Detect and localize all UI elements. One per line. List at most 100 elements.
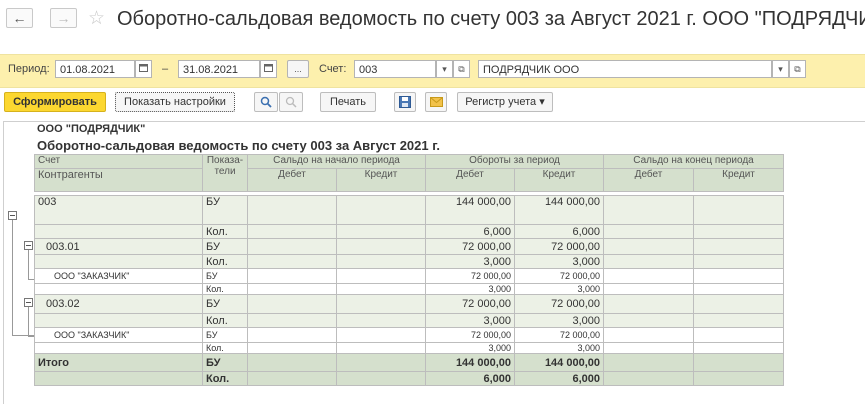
indicator-cell: БУ [202, 195, 248, 225]
indicator-cell: Кол. [202, 313, 248, 328]
open-icon[interactable]: ⧉ [789, 60, 806, 78]
amount-cell: 6,000 [514, 224, 604, 239]
account-cell: 003.01 [34, 238, 203, 255]
report-title: Оборотно-сальдовая ведомость по счету 00… [37, 138, 440, 153]
table-row: Кол. 6,000 6,000 [34, 224, 784, 239]
mail-icon[interactable] [425, 92, 447, 112]
table-row: Кол. 3,000 3,000 [34, 313, 784, 328]
amount-cell [336, 283, 426, 295]
account-cell [34, 342, 203, 354]
amount-cell: 72 000,00 [514, 268, 604, 284]
account-cell: ООО "ЗАКАЗЧИК" [34, 327, 203, 343]
header-turnover: Обороты за период [425, 154, 604, 169]
table-row: 003 БУ 144 000,00 144 000,00 [34, 195, 784, 225]
register-dropdown[interactable]: Регистр учета ▾ [457, 92, 553, 112]
header-credit: Кредит [693, 168, 784, 192]
amount-cell [603, 313, 694, 328]
header-debit: Дебет [247, 168, 337, 192]
amount-cell: 3,000 [514, 283, 604, 295]
amount-cell: 6,000 [514, 371, 604, 386]
amount-cell: 6,000 [425, 371, 515, 386]
amount-cell: 3,000 [514, 254, 604, 269]
collapse-icon[interactable] [24, 298, 33, 307]
amount-cell [336, 224, 426, 239]
amount-cell [603, 268, 694, 284]
report-rows: 003 БУ 144 000,00 144 000,00 Кол. 6,000 6,000 0… [34, 195, 784, 386]
header-closing-balance: Сальдо на конец периода [603, 154, 784, 169]
indicator-cell: БУ [202, 268, 248, 284]
back-button[interactable]: ← [6, 8, 33, 28]
amount-cell [603, 195, 694, 225]
period-label: Период: [8, 63, 50, 75]
header-debit: Дебет [603, 168, 694, 192]
amount-cell: 72 000,00 [425, 294, 515, 314]
amount-cell [603, 353, 694, 372]
chevron-down-icon: ▾ [539, 96, 545, 108]
date-from-input[interactable]: 01.08.2021 [55, 60, 135, 78]
amount-cell [603, 327, 694, 343]
amount-cell: 72 000,00 [425, 268, 515, 284]
chevron-down-icon[interactable]: ▾ [772, 60, 789, 78]
calendar-icon[interactable] [135, 60, 152, 78]
account-cell: 003.02 [34, 294, 203, 314]
period-select-button[interactable]: ... [287, 60, 309, 78]
arrow-left-icon: ← [12, 10, 27, 26]
indicator-cell: БУ [202, 327, 248, 343]
report-table: Счет Показа- тели Сальдо на начало перио… [34, 154, 784, 386]
account-input[interactable]: 003 [354, 60, 436, 78]
search-icon[interactable] [254, 92, 278, 112]
amount-cell [336, 371, 426, 386]
search-cancel-icon[interactable] [279, 92, 303, 112]
amount-cell [603, 254, 694, 269]
amount-cell [693, 195, 784, 225]
show-settings-button[interactable]: Показать настройки [115, 92, 235, 112]
generate-button[interactable]: Сформировать [4, 92, 106, 112]
header-opening-balance: Сальдо на начало периода [247, 154, 426, 169]
open-icon[interactable]: ⧉ [453, 60, 470, 78]
header-credit: Кредит [514, 168, 604, 192]
amount-cell [336, 342, 426, 354]
calendar-icon[interactable] [260, 60, 277, 78]
collapse-icon[interactable] [24, 241, 33, 250]
amount-cell [693, 294, 784, 314]
header-debit: Дебет [425, 168, 515, 192]
amount-cell: 72 000,00 [514, 294, 604, 314]
amount-cell [247, 294, 337, 314]
table-row: ООО "ЗАКАЗЧИК" БУ 72 000,00 72 000,00 [34, 327, 784, 343]
amount-cell: 144 000,00 [425, 353, 515, 372]
date-to-input[interactable]: 31.08.2021 [178, 60, 260, 78]
amount-cell [693, 238, 784, 255]
indicator-cell: БУ [202, 294, 248, 314]
page-title: Оборотно-сальдовая ведомость по счету 00… [117, 8, 865, 30]
amount-cell [247, 254, 337, 269]
organization-input[interactable]: ПОДРЯДЧИК ООО [478, 60, 772, 78]
account-cell [34, 254, 203, 269]
amount-cell [247, 238, 337, 255]
amount-cell: 3,000 [425, 342, 515, 354]
indicator-cell: Кол. [202, 224, 248, 239]
save-icon[interactable] [394, 92, 416, 112]
amount-cell [336, 327, 426, 343]
amount-cell [336, 254, 426, 269]
amount-cell: 72 000,00 [514, 238, 604, 255]
header-indicators: Показа- тели [202, 154, 248, 192]
amount-cell [693, 353, 784, 372]
chevron-down-icon[interactable]: ▾ [436, 60, 453, 78]
star-icon[interactable]: ☆ [88, 7, 105, 30]
print-button[interactable]: Печать [320, 92, 376, 112]
indicator-cell: Кол. [202, 342, 248, 354]
forward-button[interactable]: → [50, 8, 77, 28]
table-row: Кол. 3,000 3,000 [34, 283, 784, 295]
amount-cell [693, 283, 784, 295]
collapse-icon[interactable] [8, 211, 17, 220]
amount-cell [693, 268, 784, 284]
amount-cell [603, 238, 694, 255]
indicator-cell: Кол. [202, 254, 248, 269]
account-cell [34, 283, 203, 295]
amount-cell [247, 195, 337, 225]
account-cell: Итого [34, 353, 203, 372]
register-label: Регистр учета [465, 96, 537, 108]
amount-cell [336, 313, 426, 328]
amount-cell [247, 327, 337, 343]
table-row: 003.02 БУ 72 000,00 72 000,00 [34, 294, 784, 314]
